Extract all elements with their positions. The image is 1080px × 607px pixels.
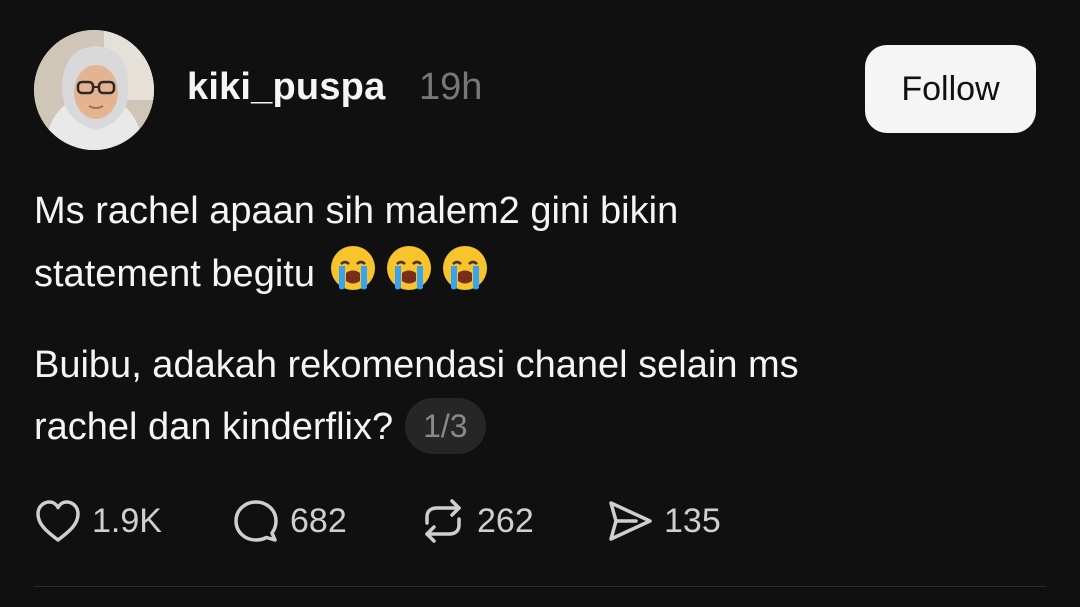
username[interactable]: kiki_puspa xyxy=(187,66,385,109)
post-text-line: statement begitu xyxy=(34,242,1034,305)
avatar[interactable] xyxy=(34,30,154,150)
divider xyxy=(34,586,1046,587)
loudly-crying-face-emoji xyxy=(330,246,375,290)
like-button[interactable]: 1.9K xyxy=(34,498,162,544)
post-timestamp: 19h xyxy=(419,66,483,108)
speech-bubble-icon xyxy=(234,500,278,542)
comment-count: 682 xyxy=(290,501,347,540)
post-text-line: Buibu, adakah rekomendasi chanel selain … xyxy=(34,344,799,386)
repost-button[interactable]: 262 xyxy=(419,497,534,545)
crying-emoji-group xyxy=(327,242,491,294)
post-text-line: Ms rachel apaan sih malem2 gini bikin xyxy=(34,190,679,232)
repost-icon xyxy=(425,499,461,543)
comment-button[interactable]: 682 xyxy=(232,497,347,545)
loudly-crying-face-emoji xyxy=(442,246,487,290)
like-count: 1.9K xyxy=(92,501,162,540)
heart-icon xyxy=(36,500,80,542)
loudly-crying-face-emoji xyxy=(386,246,431,290)
post-paragraph-1: Ms rachel apaan sih malem2 gini bikin st… xyxy=(34,180,1034,305)
post-paragraph-2: Buibu, adakah rekomendasi chanel selain … xyxy=(34,334,1034,458)
post-text-fragment: rachel dan kinderflix? xyxy=(34,406,394,448)
post-text-line: rachel dan kinderflix? 1/3 xyxy=(34,396,1034,458)
send-icon xyxy=(609,501,652,541)
post-text-fragment: statement begitu xyxy=(34,253,315,295)
thread-page-indicator[interactable]: 1/3 xyxy=(405,398,486,454)
share-button[interactable]: 135 xyxy=(606,497,721,545)
follow-button[interactable]: Follow xyxy=(865,45,1036,133)
share-count: 135 xyxy=(664,501,721,540)
repost-count: 262 xyxy=(477,501,534,540)
